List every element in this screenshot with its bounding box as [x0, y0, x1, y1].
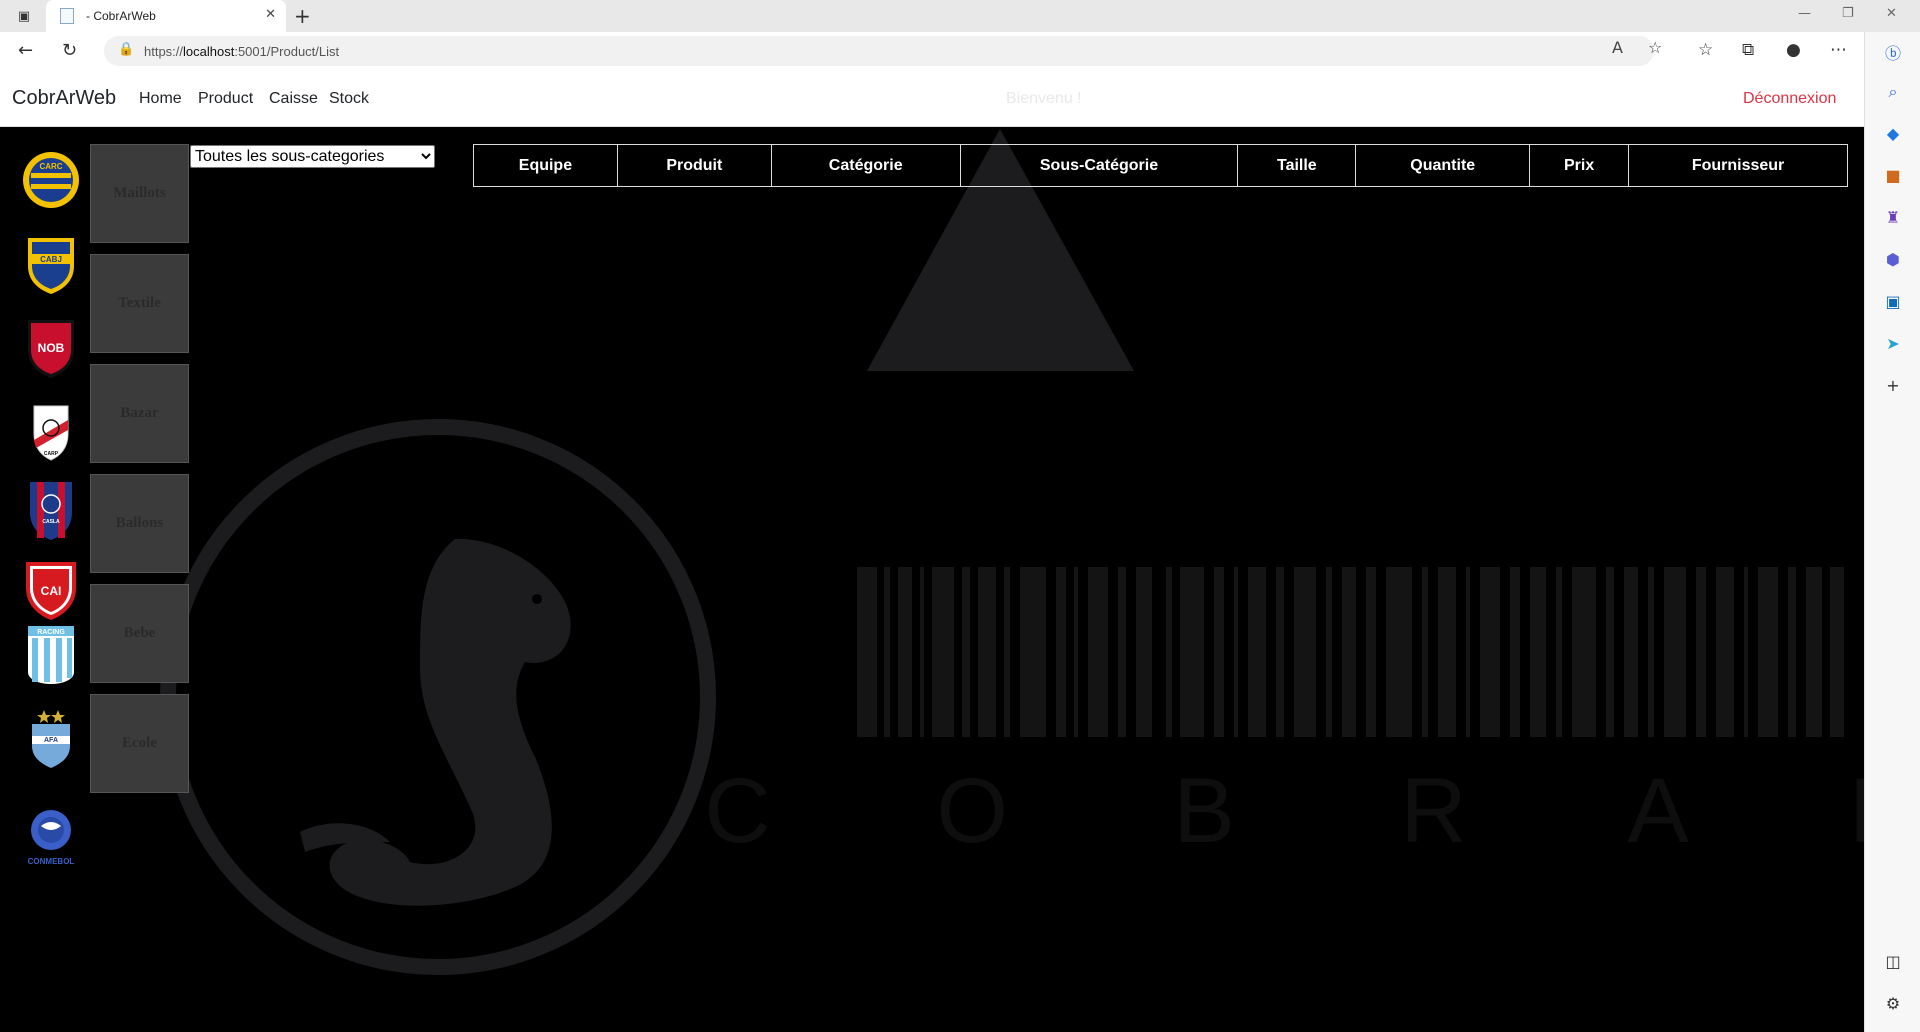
nav-stock-link[interactable]: Stock: [329, 90, 369, 108]
team-logo-boca-juniors[interactable]: CABJ: [22, 232, 80, 296]
copilot-icon[interactable]: ⓑ: [1865, 40, 1920, 64]
profile-icon[interactable]: ●: [1786, 40, 1801, 60]
lock-icon: 🔒: [118, 42, 135, 57]
minimize-icon[interactable]: —: [1798, 6, 1811, 21]
search-icon[interactable]: ⌕: [1865, 82, 1920, 102]
racing-club-abbr: RACING: [37, 629, 65, 636]
category-tile-textile[interactable]: Textile: [90, 254, 189, 353]
subcategory-select[interactable]: Toutes les sous-categories: [190, 145, 435, 168]
team-logo-newells[interactable]: NOB: [22, 316, 80, 380]
add-favorite-icon[interactable]: ☆: [1648, 38, 1662, 57]
new-tab-icon[interactable]: +: [294, 4, 311, 28]
logout-link[interactable]: Déconnexion: [1743, 90, 1836, 108]
brand-link[interactable]: CobrArWeb: [12, 87, 116, 110]
san-lorenzo-abbr: CASLA: [42, 519, 60, 525]
shopping-icon[interactable]: ◆: [1865, 124, 1920, 143]
outlook-icon[interactable]: ▣: [1865, 292, 1920, 311]
cobrar-watermark: C O B R A R: [160, 129, 1864, 975]
restore-icon[interactable]: ❐: [1842, 6, 1854, 21]
browser-toolbar: ← ↻ 🔒 https://localhost:5001/Product/Lis…: [0, 32, 1920, 70]
collections-icon[interactable]: ⧉: [1742, 40, 1754, 60]
back-icon[interactable]: ←: [18, 40, 33, 61]
close-window-icon[interactable]: ✕: [1886, 6, 1897, 21]
browser-sidebar: ⓑ ⌕ ◆ ■ ♜ ⬢ ▣ ➤ + ◫ ⚙: [1864, 32, 1920, 1032]
team-logo-racing-club[interactable]: RACING: [22, 622, 80, 686]
office-icon[interactable]: ⬢: [1865, 250, 1920, 269]
refresh-icon[interactable]: ↻: [62, 40, 77, 61]
independiente-abbr: CAI: [41, 584, 62, 598]
column-header-equipe[interactable]: Equipe: [473, 144, 618, 187]
tools-icon[interactable]: ■: [1865, 166, 1920, 185]
category-tile-bazar[interactable]: Bazar: [90, 364, 189, 463]
sidebar-toggle-icon[interactable]: ◫: [1865, 952, 1920, 971]
column-header-fournisseur[interactable]: Fournisseur: [1628, 144, 1848, 187]
team-logo-independiente[interactable]: CAI: [22, 558, 80, 622]
tab-title: - CobrArWeb: [86, 9, 156, 23]
close-tab-icon[interactable]: ✕: [265, 7, 276, 22]
rosario-central-abbr: CARC: [39, 162, 62, 171]
url-host: localhost: [183, 43, 235, 59]
team-logo-san-lorenzo[interactable]: CASLA: [22, 478, 80, 542]
url-path: :5001/Product/List: [234, 43, 340, 59]
newells-abbr: NOB: [38, 341, 65, 355]
nav-caisse-link[interactable]: Caisse: [269, 90, 318, 108]
product-table: Equipe Produit Catégorie Sous-Catégorie …: [473, 144, 1848, 187]
browser-tab-strip: ▣ - CobrArWeb ✕ + — ❐ ✕: [0, 0, 1920, 32]
nav-product-link[interactable]: Product: [198, 90, 253, 108]
favorites-icon[interactable]: ☆: [1698, 40, 1713, 60]
url-prefix: https://: [144, 43, 184, 59]
column-header-prix[interactable]: Prix: [1529, 144, 1630, 187]
column-header-taille[interactable]: Taille: [1237, 144, 1357, 187]
welcome-text: Bienvenu !: [1006, 90, 1082, 107]
team-logo-rosario-central[interactable]: CARC: [22, 148, 80, 212]
category-tile-ecole[interactable]: Ecole: [90, 694, 189, 793]
send-icon[interactable]: ➤: [1865, 334, 1920, 353]
category-tile-maillots[interactable]: Maillots: [90, 144, 189, 243]
conmebol-abbr: CONMEBOL: [28, 857, 75, 866]
cobra-icon: [300, 538, 571, 906]
browser-tab[interactable]: - CobrArWeb ✕: [46, 0, 286, 32]
afa-abbr: AFA: [44, 737, 58, 744]
river-plate-abbr: CARP: [44, 451, 59, 457]
column-header-sous-categorie[interactable]: Sous-Catégorie: [959, 144, 1239, 187]
team-logo-conmebol[interactable]: CONMEBOL: [22, 800, 80, 876]
barcode-watermark: [857, 567, 1844, 737]
watermark-text: C O B R A R: [704, 760, 1864, 862]
boca-juniors-abbr: CABJ: [40, 255, 62, 264]
team-logo-river-plate[interactable]: CARP: [22, 400, 80, 464]
nav-home-link[interactable]: Home: [139, 90, 182, 108]
column-header-categorie[interactable]: Catégorie: [770, 144, 961, 187]
add-sidebar-icon[interactable]: +: [1865, 376, 1920, 395]
games-icon[interactable]: ♜: [1865, 208, 1920, 227]
category-tile-bebe[interactable]: Bebe: [90, 584, 189, 683]
team-logo-afa[interactable]: AFA: [22, 706, 80, 770]
category-tile-ballons[interactable]: Ballons: [90, 474, 189, 573]
read-aloud-icon[interactable]: A: [1612, 38, 1623, 57]
tab-actions-icon[interactable]: ▣: [10, 4, 38, 28]
settings-icon[interactable]: ⚙: [1865, 994, 1920, 1013]
column-header-quantite[interactable]: Quantite: [1355, 144, 1531, 187]
column-header-produit[interactable]: Produit: [616, 144, 772, 187]
site-navbar: CobrArWeb Home Product Caisse Stock Bien…: [0, 70, 1864, 127]
address-bar[interactable]: 🔒 https://localhost:5001/Product/List: [104, 36, 1654, 66]
table-header-row: Equipe Produit Catégorie Sous-Catégorie …: [473, 144, 1848, 187]
page-viewport: C O B R A R CobrArWeb Home Product Caiss…: [0, 70, 1864, 1032]
page-favicon-icon: [60, 8, 74, 24]
cobra-eye: [532, 594, 542, 604]
more-options-icon[interactable]: ⋯: [1830, 40, 1847, 60]
